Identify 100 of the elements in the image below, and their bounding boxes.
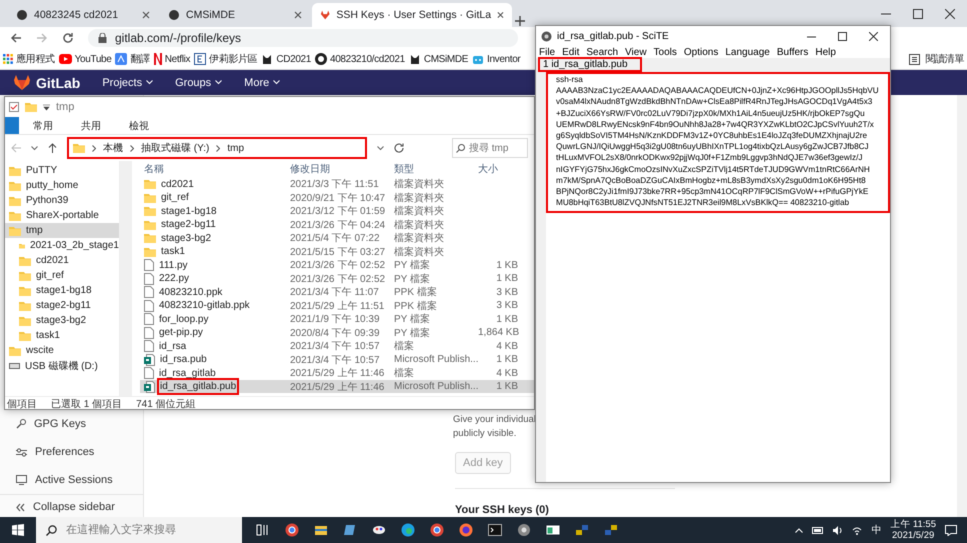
menu-item[interactable]: Language xyxy=(725,46,770,58)
browser-tab[interactable]: SSH Keys · User Settings · GitLa xyxy=(312,3,512,27)
column-header[interactable]: 類型 xyxy=(390,162,474,176)
tree-item[interactable]: USB 磁碟機 (D:) xyxy=(5,358,119,373)
sidebar-item[interactable]: Preferences xyxy=(0,438,143,466)
address-path[interactable]: 本機 抽取式磁碟 (Y:) tmp xyxy=(67,137,367,159)
file-name: git_ref xyxy=(161,192,189,203)
ribbon-tab[interactable]: 常用 xyxy=(19,117,67,134)
tree-item[interactable]: 2021-03_2b_stage1 xyxy=(5,238,119,253)
bookmark[interactable]: CMSiMDE xyxy=(408,53,468,65)
file-row[interactable]: cd2021 2021/3/3 下午 11:51 檔案資料夾 xyxy=(140,177,534,190)
firefox-icon[interactable] xyxy=(459,523,473,537)
nav-menu[interactable]: Projects xyxy=(102,76,154,88)
file-row[interactable]: id_rsa_gitlab 2021/5/29 上午 11:46 檔案 4 KB xyxy=(140,366,534,380)
ribbon-tab[interactable]: 檢視 xyxy=(115,117,163,134)
file-row[interactable]: 40823210.ppk 2021/3/4 下午 11:07 PPK 檔案 3 KB xyxy=(140,285,534,298)
sidebar-item[interactable]: Active Sessions xyxy=(0,466,143,494)
table-cell-text: 檔案 xyxy=(393,340,415,353)
column-header[interactable]: 修改日期 xyxy=(286,162,390,176)
menu-item[interactable]: Edit xyxy=(562,46,580,58)
file-row[interactable]: task1 2021/5/15 下午 03:27 檔案資料夾 xyxy=(140,244,534,258)
input-method-indicator[interactable]: 中 xyxy=(871,523,882,537)
file-row[interactable]: stage3-bg2 2021/5/4 下午 07:22 檔案資料夾 xyxy=(140,231,534,244)
tree-item[interactable]: stage1-bg18 xyxy=(5,283,119,298)
buffer-tab[interactable]: 1 id_rsa_gitlab.pub xyxy=(538,57,642,72)
tree-item[interactable]: PuTTY xyxy=(5,163,119,178)
file-row[interactable]: 40823210-gitlab.ppk 2021/5/29 上午 11:51 PPK 檔案 3 KB xyxy=(140,298,534,312)
bookmark[interactable]: YouTube xyxy=(58,54,112,64)
bookmark[interactable]: 伊莉影片區 xyxy=(194,52,258,66)
file-row[interactable]: id_rsa.pub 2021/3/4 下午 10:57 Microsoft Publish... 1 KB xyxy=(140,352,534,366)
address-bar[interactable]: gitlab.com/-/profile/keys xyxy=(88,29,518,47)
file-row[interactable]: get-pip.py 2020/8/4 下午 09:39 PY 檔案 1,864 KB xyxy=(140,326,534,339)
bookmark[interactable]: 40823210/cd2021 xyxy=(314,53,405,65)
menu-item[interactable]: File xyxy=(539,46,556,58)
tree-item[interactable]: wscite xyxy=(5,343,119,358)
menu-item[interactable]: Tools xyxy=(654,46,677,58)
menu-item[interactable]: View xyxy=(625,46,647,58)
browser-icon[interactable] xyxy=(430,523,444,537)
fox-logo-icon xyxy=(14,75,30,90)
scrollbar[interactable] xyxy=(957,95,967,519)
apps-grid-icon xyxy=(3,54,13,64)
file-row[interactable]: stage1-bg18 2021/3/12 下午 01:59 檔案資料夾 xyxy=(140,204,534,218)
file-row[interactable]: id_rsa 2021/3/4 下午 10:57 檔案 4 KB xyxy=(140,339,534,352)
back-icon xyxy=(10,32,22,44)
window-icon[interactable] xyxy=(546,523,560,537)
tree-item[interactable]: Python39 xyxy=(5,193,119,208)
search-field[interactable]: 搜尋 tmp xyxy=(452,138,528,158)
tree-item[interactable]: tmp xyxy=(5,223,119,238)
network-icon[interactable] xyxy=(575,523,589,537)
bookmark[interactable]: Inventor xyxy=(472,53,520,65)
menu-item[interactable]: Search xyxy=(586,46,618,58)
browser-tab[interactable]: 40823245 cd2021 xyxy=(8,3,158,27)
reading-list-button[interactable]: 閱讀清單 xyxy=(909,52,964,66)
sidebar-item[interactable]: Collapse sidebar xyxy=(0,495,143,519)
tree-item[interactable]: cd2021 xyxy=(5,253,119,268)
tree-item[interactable]: ShareX-portable xyxy=(5,208,119,223)
tree-item[interactable]: putty_home xyxy=(5,178,119,193)
list-icon xyxy=(909,54,920,64)
browser-icon[interactable] xyxy=(285,523,299,537)
file-row[interactable]: id_rsa_gitlab.pub 2021/5/29 上午 11:46 Microsoft Publish... 1 KB xyxy=(140,380,534,393)
menu-item[interactable]: Help xyxy=(815,46,836,58)
terminal-icon[interactable] xyxy=(488,523,502,537)
paint-icon[interactable] xyxy=(372,523,386,537)
file-row[interactable]: 222.py 2021/3/26 下午 02:52 PY 檔案 1 KB xyxy=(140,272,534,285)
bookmark[interactable]: Netflix xyxy=(154,53,190,65)
nav-menu[interactable]: More xyxy=(244,76,280,88)
tree-item[interactable]: git_ref xyxy=(5,268,119,283)
file-row[interactable]: 111.py 2021/3/26 下午 02:52 PY 檔案 1 KB xyxy=(140,258,534,272)
file-name: task1 xyxy=(161,246,185,257)
file-row[interactable]: git_ref 2020/9/21 下午 10:47 檔案資料夾 xyxy=(140,190,534,204)
column-header[interactable]: 大小 xyxy=(474,162,522,176)
path-segment[interactable]: 抽取式磁碟 (Y:) xyxy=(141,141,210,155)
file-row[interactable]: for_loop.py 2021/1/9 下午 10:39 PY 檔案 1 KB xyxy=(140,312,534,326)
browser-tab[interactable]: CMSiMDE xyxy=(160,3,310,27)
scrollbar[interactable] xyxy=(120,161,132,396)
file-row[interactable]: stage2-bg11 2021/3/26 下午 04:24 檔案資料夾 xyxy=(140,218,534,231)
tree-item[interactable]: stage3-bg2 xyxy=(5,313,119,328)
ribbon-tab[interactable]: 共用 xyxy=(67,117,115,134)
nav-menu[interactable]: Groups xyxy=(175,76,222,88)
app-logo-icon[interactable] xyxy=(517,523,531,537)
network-icon[interactable] xyxy=(604,523,618,537)
folder-icon[interactable] xyxy=(314,523,328,537)
notebook-icon[interactable] xyxy=(343,523,357,537)
edge-icon[interactable] xyxy=(401,523,415,537)
search-field[interactable]: 在這裡輸入文字來搜尋 xyxy=(36,517,242,543)
bookmark[interactable]: CD2021 xyxy=(261,53,311,65)
table-cell-text: 2021/3/3 下午 11:51 xyxy=(289,178,380,191)
path-segment[interactable]: 本機 xyxy=(103,141,123,155)
tree-item[interactable]: task1 xyxy=(5,328,119,343)
task-view-icon[interactable] xyxy=(256,523,270,537)
sidebar-item[interactable]: GPG Keys xyxy=(0,410,143,438)
path-segment[interactable]: tmp xyxy=(227,142,244,154)
bookmark[interactable]: 應用程式 xyxy=(3,52,55,66)
bookmark[interactable]: 翻譯 xyxy=(115,52,150,66)
column-header[interactable]: 名稱 xyxy=(140,162,286,176)
menu-item[interactable]: Options xyxy=(684,46,718,58)
gitlab-logo[interactable]: GitLab xyxy=(14,74,80,90)
tree-item[interactable]: stage2-bg11 xyxy=(5,298,119,313)
table-cell-text: PY 檔案 xyxy=(393,326,431,340)
menu-item[interactable]: Buffers xyxy=(776,46,808,58)
